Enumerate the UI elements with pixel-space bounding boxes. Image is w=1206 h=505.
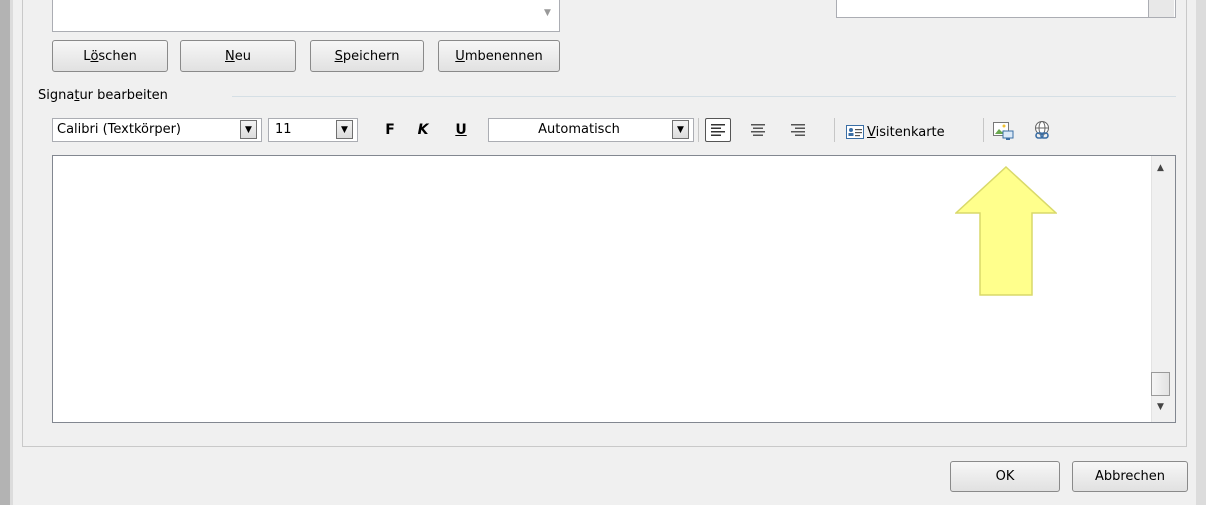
scroll-thumb[interactable] xyxy=(1151,372,1170,396)
delete-label-rest: schen xyxy=(98,48,137,64)
ok-button[interactable]: OK xyxy=(950,461,1060,492)
scroll-up-icon[interactable]: ▲ xyxy=(1157,163,1164,173)
insert-hyperlink-button[interactable] xyxy=(1032,120,1056,144)
save-accesskey: S xyxy=(334,48,343,64)
new-accesskey: N xyxy=(225,48,235,64)
insert-picture-icon xyxy=(993,122,1014,140)
font-family-dropdown-icon[interactable]: ▼ xyxy=(240,120,257,139)
window-frame-left-inner xyxy=(10,0,13,505)
rename-accesskey: U xyxy=(455,48,465,64)
align-center-icon xyxy=(751,124,765,136)
font-family-value: Calibri (Textkörper) xyxy=(57,122,182,137)
align-center-button[interactable] xyxy=(745,118,771,142)
business-card-label: isitenkarte xyxy=(875,124,945,140)
insert-hyperlink-icon xyxy=(1035,121,1049,139)
font-color-select[interactable]: Automatisch xyxy=(488,118,694,142)
window-frame-left xyxy=(0,0,10,505)
bold-label: F xyxy=(385,122,395,138)
email-account-select[interactable] xyxy=(836,0,1176,18)
insert-picture-button[interactable] xyxy=(992,120,1016,144)
align-right-icon xyxy=(791,124,805,136)
ok-label: OK xyxy=(995,469,1015,484)
email-account-dropdown-button[interactable] xyxy=(1148,0,1174,17)
align-left-button[interactable] xyxy=(705,118,731,142)
edit-signature-label: Signatur bearbeiten xyxy=(38,88,172,103)
toolbar-separator xyxy=(983,118,984,142)
toolbar-separator xyxy=(834,118,835,142)
new-label: eu xyxy=(234,48,251,64)
edit-signature-label-part: Signa xyxy=(38,88,75,103)
new-button[interactable]: Neu xyxy=(180,40,296,72)
save-button[interactable]: Speichern xyxy=(310,40,424,72)
underline-label: U xyxy=(455,122,467,138)
font-size-value: 11 xyxy=(275,122,292,137)
bold-button[interactable]: F xyxy=(380,122,400,142)
window-frame-right xyxy=(1196,0,1206,505)
scroll-down-icon[interactable]: ▼ xyxy=(1157,402,1164,412)
font-color-dropdown-icon[interactable]: ▼ xyxy=(672,120,689,139)
list-scroll-down-icon[interactable]: ▼ xyxy=(544,8,551,18)
delete-button[interactable]: Lö schen xyxy=(52,40,168,72)
italic-button[interactable]: K xyxy=(413,122,433,142)
annotation-arrow-icon xyxy=(955,166,1057,296)
rename-button[interactable]: Umbenennen xyxy=(438,40,560,72)
font-size-dropdown-icon[interactable]: ▼ xyxy=(336,120,353,139)
business-card-accesskey: V xyxy=(867,124,876,140)
underline-button[interactable]: U xyxy=(451,122,471,142)
italic-label: K xyxy=(417,122,429,138)
cancel-button[interactable]: Abbrechen xyxy=(1072,461,1188,492)
edit-signature-label-rest: ur bearbeiten xyxy=(79,88,168,103)
font-family-select[interactable]: Calibri (Textkörper) xyxy=(52,118,262,142)
delete-label: L xyxy=(83,48,91,64)
font-color-value: Automatisch xyxy=(538,122,620,137)
align-left-icon xyxy=(711,124,725,136)
toolbar-separator xyxy=(698,118,699,142)
save-label: peichern xyxy=(342,48,400,64)
business-card-button[interactable]: Visitenkarte xyxy=(846,122,945,142)
align-right-button[interactable] xyxy=(785,118,811,142)
signature-list[interactable] xyxy=(52,0,560,32)
section-divider xyxy=(232,96,1176,97)
business-card-icon xyxy=(846,125,864,139)
cancel-label: Abbrechen xyxy=(1094,469,1166,484)
delete-accesskey: ö xyxy=(90,48,99,64)
rename-label: mbenennen xyxy=(464,48,543,64)
